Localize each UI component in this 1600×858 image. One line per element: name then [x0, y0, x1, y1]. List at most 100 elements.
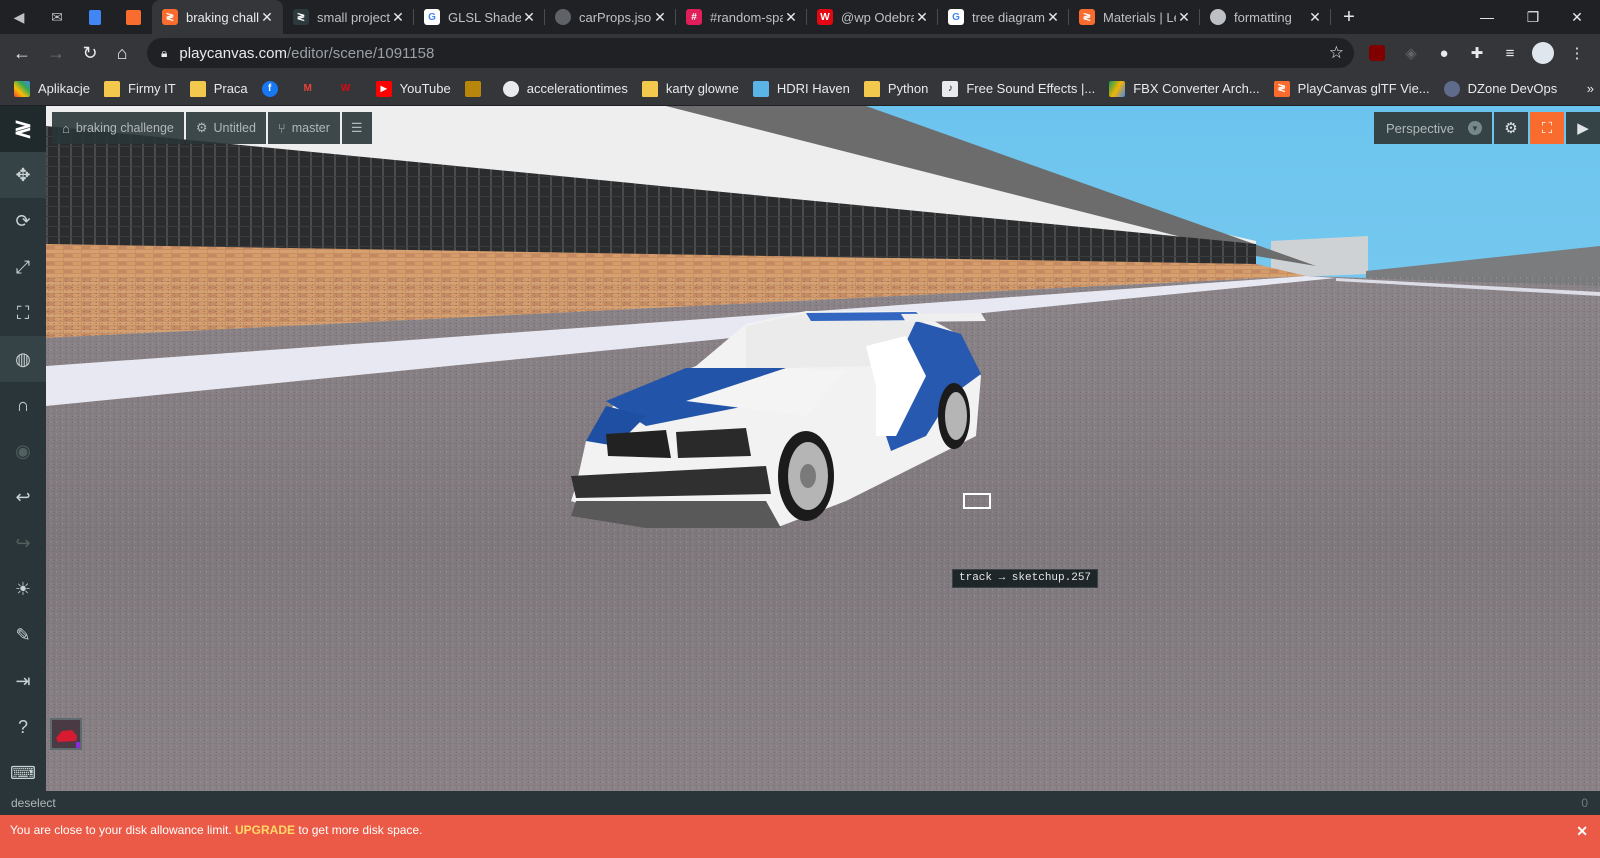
- bookmark-label: Python: [887, 81, 929, 96]
- undo-icon[interactable]: ↩: [0, 474, 46, 520]
- playcanvas-icon: ≷: [162, 9, 178, 25]
- upgrade-link[interactable]: UPGRADE: [235, 823, 295, 837]
- keyboard-icon[interactable]: ⌨: [0, 750, 46, 796]
- launch-play-icon[interactable]: ▶: [1566, 112, 1600, 144]
- new-tab-button[interactable]: +: [1331, 0, 1367, 34]
- camera-focus-icon[interactable]: ◉: [0, 428, 46, 474]
- tab-wp-odebrane[interactable]: W @wp Odebrane ✕: [807, 0, 938, 34]
- tab-docs-icon[interactable]: [76, 0, 114, 34]
- redo-icon[interactable]: ↪: [0, 520, 46, 566]
- branch-icon: ⑂: [277, 120, 286, 136]
- forward-icon[interactable]: →: [41, 38, 71, 68]
- media-icon[interactable]: ≡: [1499, 42, 1521, 64]
- bookmark-image[interactable]: [464, 80, 489, 97]
- tab-mail-icon[interactable]: ✉: [38, 0, 76, 34]
- puzzle-icon[interactable]: ✚: [1466, 42, 1488, 64]
- bookmark-label: Free Sound Effects |...: [966, 81, 1096, 96]
- close-icon[interactable]: ✕: [1045, 9, 1061, 26]
- globe-icon: [555, 9, 571, 25]
- browser-toolbar: ← → ↻ ⌂ 🔒︎ playcanvas.com/editor/scene/1…: [0, 34, 1600, 72]
- restore-icon[interactable]: ❐: [1510, 0, 1556, 34]
- scene-viewport[interactable]: ⌂ braking challenge ⚙ Untitled ⑂ master ☰ P…: [46, 106, 1600, 805]
- tab-materials[interactable]: ≷ Materials | Learn ✕: [1069, 0, 1200, 34]
- snap-icon[interactable]: ∩: [0, 382, 46, 428]
- translate-icon[interactable]: ✥: [0, 152, 46, 198]
- lightmapper-icon[interactable]: ☀: [0, 566, 46, 612]
- camera-select[interactable]: Perspective ▼: [1374, 112, 1492, 144]
- close-icon[interactable]: ✕: [783, 9, 799, 26]
- bookmark-hdri-haven[interactable]: HDRI Haven: [752, 80, 850, 97]
- tab-random-spam[interactable]: # #random-spam ✕: [676, 0, 807, 34]
- help-icon[interactable]: ?: [0, 704, 46, 750]
- tab-title: carProps.json: [579, 9, 652, 25]
- bookmark-dzone[interactable]: DZone DevOps: [1443, 80, 1557, 97]
- close-icon[interactable]: ✕: [259, 9, 275, 26]
- world-space-icon[interactable]: ◍: [0, 336, 46, 382]
- bookmark-playcanvas-gltf[interactable]: ≷ PlayCanvas glTF Vie...: [1273, 80, 1430, 97]
- bookmark-python[interactable]: Python: [863, 80, 929, 97]
- branch-name: master: [291, 121, 330, 135]
- tab-tree-diagram[interactable]: G tree diagram ✕: [938, 0, 1069, 34]
- close-icon[interactable]: ✕: [1176, 9, 1192, 26]
- resize-icon[interactable]: ⛶: [0, 290, 46, 336]
- minimize-icon[interactable]: —: [1464, 0, 1510, 34]
- settings-gear-icon[interactable]: ⚙: [1494, 112, 1528, 144]
- tab-small-project[interactable]: ≷ small project ✕: [283, 0, 414, 34]
- bookmark-facebook[interactable]: f: [261, 80, 286, 97]
- asset-thumbnail[interactable]: [50, 718, 82, 750]
- address-bar[interactable]: 🔒︎ playcanvas.com/editor/scene/1091158 ☆: [147, 38, 1354, 68]
- playcanvas-logo-icon[interactable]: ≷: [0, 106, 46, 152]
- bookmarks-overflow[interactable]: »: [1587, 81, 1594, 96]
- bookmark-praca[interactable]: Praca: [189, 80, 248, 97]
- close-icon[interactable]: ✕: [652, 9, 668, 26]
- bookmark-karty-glowne[interactable]: karty glowne: [641, 80, 739, 97]
- tab-braking-challenge[interactable]: ≷ braking challenge ✕: [152, 0, 283, 34]
- ublock-icon[interactable]: [1366, 42, 1388, 64]
- home-icon: ⌂: [62, 120, 70, 136]
- close-icon[interactable]: ✕: [1576, 823, 1588, 840]
- bookmark-accelerationtimes[interactable]: accelerationtimes: [502, 80, 628, 97]
- back-icon[interactable]: ←: [7, 38, 37, 68]
- close-icon[interactable]: ✕: [390, 9, 406, 26]
- tab-title: #random-spam: [710, 9, 783, 25]
- menu-icon[interactable]: ⋮: [1566, 42, 1588, 64]
- bookmark-aplikacje[interactable]: Aplikacje: [14, 80, 90, 97]
- branch-button[interactable]: ⑂ master: [267, 112, 340, 144]
- rotate-icon[interactable]: ⟳: [0, 198, 46, 244]
- code-editor-icon[interactable]: ✎: [0, 612, 46, 658]
- project-button[interactable]: ⌂ braking challenge: [52, 112, 184, 144]
- window-close-icon[interactable]: ✕: [1554, 0, 1600, 34]
- scene-render[interactable]: [46, 106, 1600, 805]
- tab-glsl-shaders[interactable]: G GLSL Shaders ✕: [414, 0, 545, 34]
- bookmark-free-sound[interactable]: ♪ Free Sound Effects |...: [942, 80, 1096, 97]
- tab-formatting[interactable]: formatting ✕: [1200, 0, 1331, 34]
- circle-extension-icon[interactable]: ●: [1433, 42, 1455, 64]
- scene-name: Untitled: [213, 121, 256, 135]
- close-icon[interactable]: ✕: [1307, 9, 1323, 26]
- bookmark-gmail[interactable]: M: [299, 80, 324, 97]
- scene-button[interactable]: ⚙ Untitled: [185, 112, 266, 144]
- bookmark-youtube[interactable]: ▶ YouTube: [375, 80, 451, 97]
- wp-icon: W: [337, 80, 354, 97]
- close-icon[interactable]: ✕: [914, 9, 930, 26]
- scale-icon[interactable]: ⤢: [0, 244, 46, 290]
- wp-icon: W: [817, 9, 833, 25]
- bookmark-star-icon[interactable]: ☆: [1329, 43, 1344, 63]
- fullscreen-icon[interactable]: ⛶: [1530, 112, 1564, 144]
- tab-playcanvas-icon[interactable]: [114, 0, 152, 34]
- reload-icon[interactable]: ↻: [75, 38, 105, 68]
- warning-suffix: to get more disk space.: [298, 823, 423, 837]
- gear-icon: ⚙: [195, 120, 208, 135]
- home-icon[interactable]: ⌂: [107, 38, 137, 68]
- publish-icon[interactable]: ⇥: [0, 658, 46, 704]
- extension-icon[interactable]: ◈: [1400, 42, 1422, 64]
- tab-search-icon[interactable]: ◀: [0, 0, 38, 34]
- bookmark-wp[interactable]: W: [337, 80, 362, 97]
- close-icon[interactable]: ✕: [521, 9, 537, 26]
- tab-carprops[interactable]: carProps.json ✕: [545, 0, 676, 34]
- avatar[interactable]: [1532, 42, 1554, 64]
- scene-list-button[interactable]: ☰: [341, 112, 372, 144]
- bookmark-fbx-converter[interactable]: FBX Converter Arch...: [1109, 80, 1260, 97]
- bookmark-firmy-it[interactable]: Firmy IT: [104, 80, 176, 97]
- lock-icon: 🔒︎: [161, 45, 168, 60]
